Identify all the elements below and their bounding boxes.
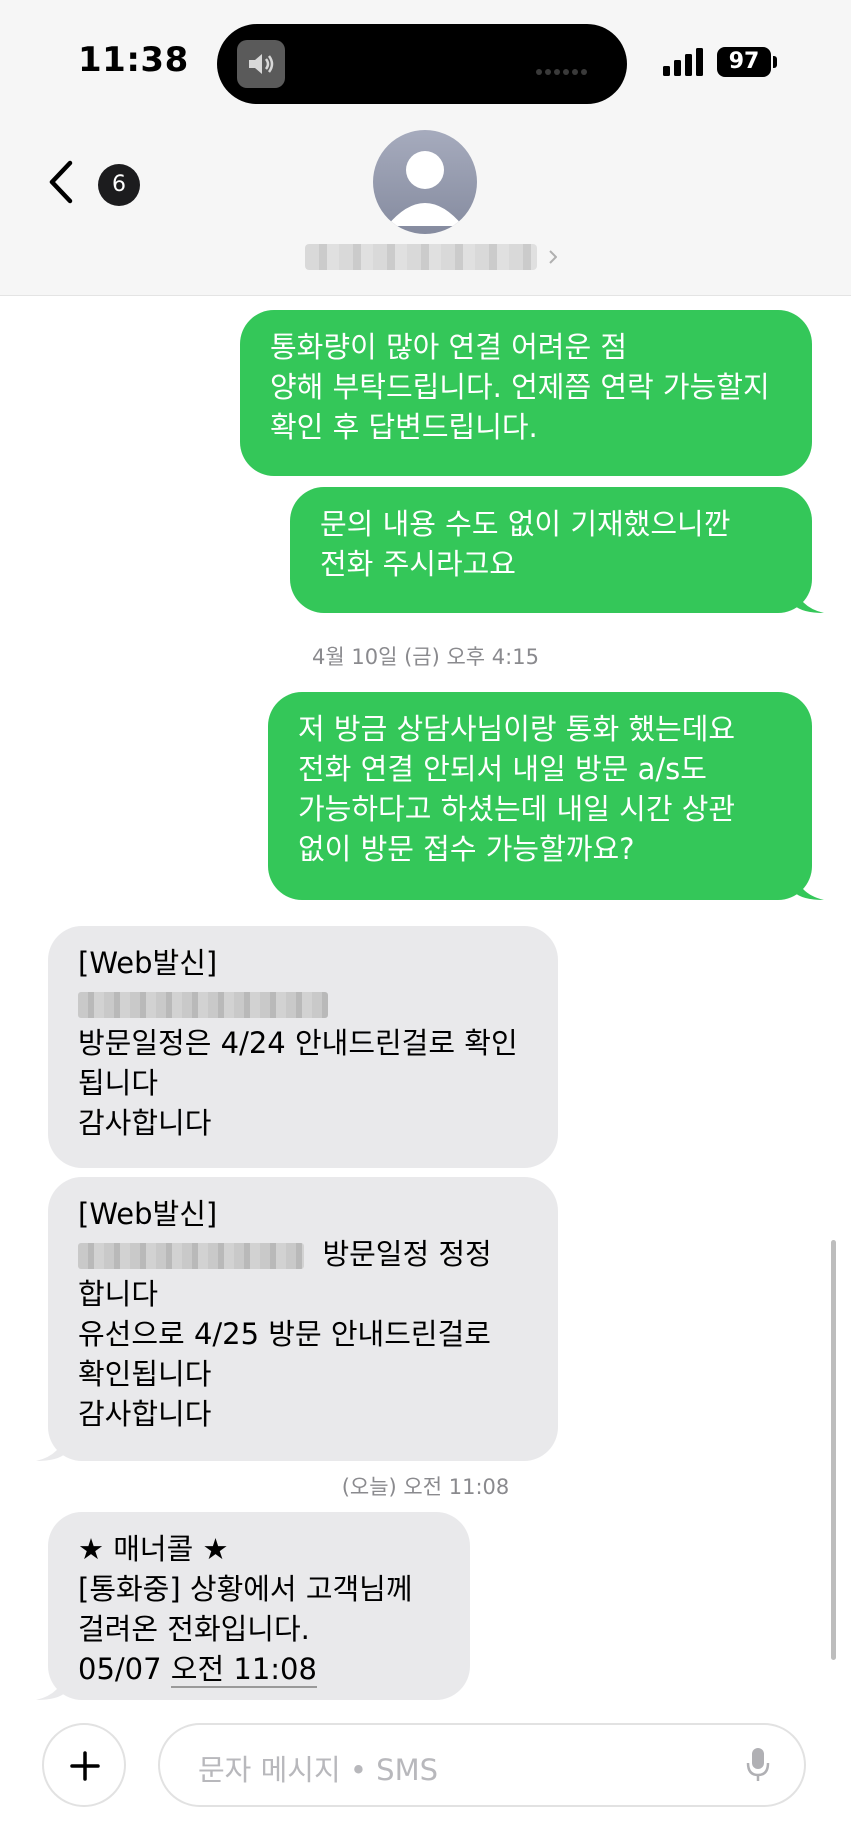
message-line: 저 방금 상담사님이랑 통화 했는데요	[298, 712, 736, 746]
message-inline-text: 방문일정 정정	[322, 1237, 492, 1271]
speaker-badge	[237, 40, 285, 88]
message-line: 합니다	[78, 1277, 159, 1311]
message-line: 전화 주시라고요	[320, 547, 516, 581]
back-button[interactable]: 6	[48, 154, 148, 214]
message-line: 됩니다	[78, 1066, 159, 1100]
avatar-icon	[387, 151, 463, 226]
redacted-line	[78, 983, 528, 1023]
received-message[interactable]: [Web발신] 방문일정은 4/24 안내드린걸로 확인 됩니다 감사합니다	[48, 926, 558, 1168]
message-line: 없이 방문 접수 가능할까요?	[298, 832, 635, 866]
plus-icon	[70, 1751, 100, 1781]
microphone-icon[interactable]	[746, 1747, 770, 1783]
conversation-header: 6	[0, 120, 851, 296]
message-line: 확인됩니다	[78, 1357, 212, 1391]
sent-message[interactable]: 문의 내용 수도 없이 기재했으니깐 전화 주시라고요	[290, 487, 824, 613]
back-chevron-icon	[49, 160, 73, 204]
battery-tip	[773, 56, 777, 68]
message-line: 05/07 오전 11:08	[78, 1649, 440, 1689]
sent-message[interactable]: 통화량이 많아 연결 어려운 점 양해 부탁드립니다. 언제쯤 연락 가능할지 …	[240, 310, 812, 476]
message-timestamp: 4월 10일 (금) 오후 4:15	[312, 645, 539, 669]
audio-level-dots	[533, 60, 587, 79]
message-input-placeholder: 문자 메시지 • SMS	[198, 1753, 438, 1787]
contact-avatar[interactable]	[373, 130, 477, 234]
message-timestamp: (오늘) 오전 11:08	[341, 1475, 510, 1499]
received-message[interactable]: [Web발신] 방문일정 정정 합니다 유선으로 4/25 방문 안내드린걸로 …	[36, 1177, 558, 1461]
message-line: 감사합니다	[78, 1106, 212, 1140]
add-attachment-button[interactable]	[42, 1723, 126, 1807]
battery-level: 97	[717, 47, 771, 77]
bubble-tail	[36, 1670, 66, 1700]
message-header: [Web발신]	[78, 946, 218, 980]
message-line: ★ 매너콜 ★	[78, 1532, 229, 1566]
sent-message[interactable]: 저 방금 상담사님이랑 통화 했는데요 전화 연결 안되서 내일 방문 a/s도…	[268, 692, 824, 900]
message-line: 통화량이 많아 연결 어려운 점	[270, 330, 628, 364]
redacted-line: 방문일정 정정	[78, 1234, 528, 1274]
bubble-tail	[36, 1431, 66, 1461]
bubble-tail	[794, 583, 824, 613]
message-line: 양해 부탁드립니다. 언제쯤 연락 가능할지	[270, 370, 770, 404]
time-link[interactable]: 오전 11:08	[170, 1652, 317, 1688]
message-line: 가능하다고 하셨는데 내일 시간 상관	[298, 792, 736, 826]
message-line: 확인 후 답변드립니다.	[270, 410, 538, 444]
message-line: 문의 내용 수도 없이 기재했으니깐	[320, 507, 731, 541]
message-input[interactable]: 문자 메시지 • SMS	[158, 1723, 806, 1807]
message-line: 유선으로 4/25 방문 안내드린걸로	[78, 1317, 491, 1351]
message-line: 걸려온 전화입니다.	[78, 1612, 310, 1646]
status-bar: 11:38 97	[0, 0, 851, 120]
dynamic-island	[217, 24, 627, 104]
message-header: [Web발신]	[78, 1197, 218, 1231]
message-line: 전화 연결 안되서 내일 방문 a/s도	[298, 752, 707, 786]
bubble-tail	[794, 870, 824, 900]
message-line: 방문일정은 4/24 안내드린걸로 확인	[78, 1026, 518, 1060]
unread-count-badge: 6	[98, 164, 140, 206]
contact-name-redacted[interactable]	[305, 244, 537, 270]
speaker-icon	[249, 54, 274, 74]
scroll-indicator[interactable]	[831, 1240, 836, 1660]
status-time: 11:38	[78, 40, 189, 80]
signal-icon	[663, 48, 703, 76]
date-prefix: 05/07	[78, 1652, 171, 1686]
chevron-right-icon	[549, 250, 557, 264]
message-line: 감사합니다	[78, 1397, 212, 1431]
received-message[interactable]: ★ 매너콜 ★ [통화중] 상황에서 고객님께 걸려온 전화입니다. 05/07…	[36, 1512, 470, 1700]
message-line: [통화중] 상황에서 고객님께	[78, 1572, 413, 1606]
